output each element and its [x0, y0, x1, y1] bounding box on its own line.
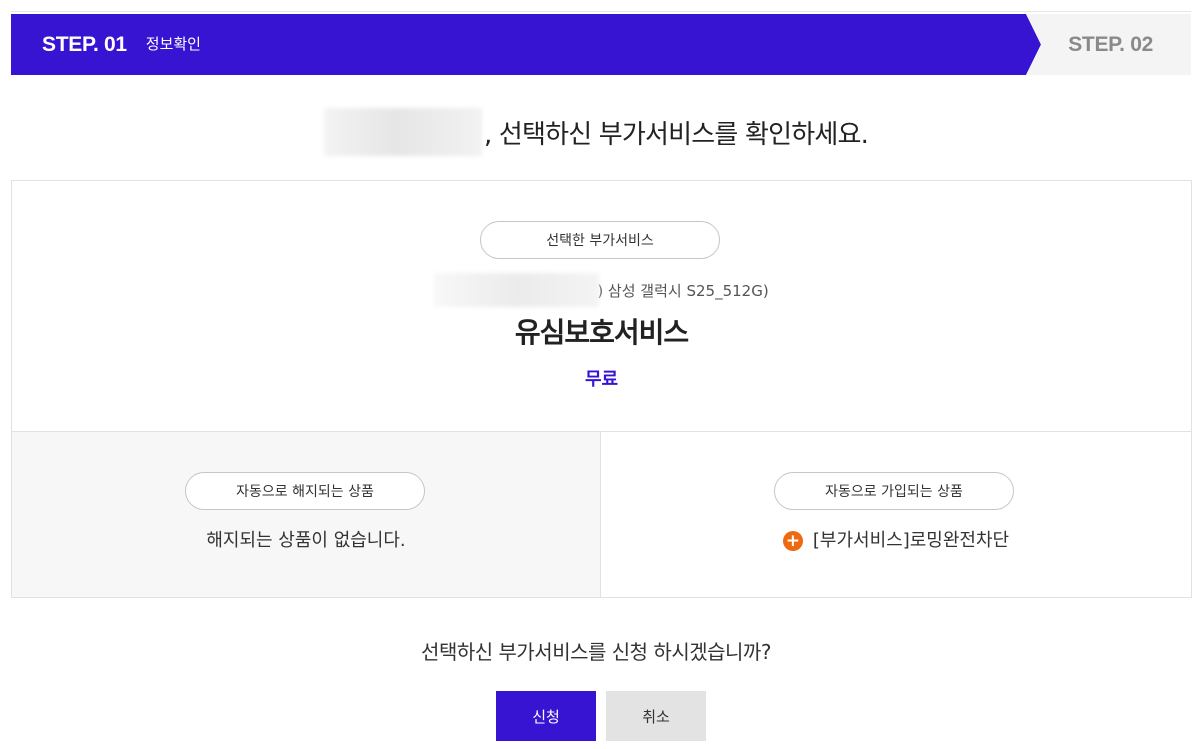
- service-price: 무료: [584, 369, 619, 390]
- selected-service-section: 선택한 부가서비스 ) 삼성 갤럭시 S25_512G) 유심보호서비스 무료: [12, 181, 1191, 431]
- service-summary-card: 선택한 부가서비스 ) 삼성 갤럭시 S25_512G) 유심보호서비스 무료 …: [11, 180, 1192, 598]
- auto-cancel-panel: 자동으로 해지되는 상품 해지되는 상품이 없습니다.: [12, 432, 600, 597]
- redacted-phone-number: [434, 273, 600, 307]
- service-name: 유심보호서비스: [514, 316, 689, 349]
- cancel-button[interactable]: 취소: [606, 691, 706, 741]
- step-progress-bar: STEP. 01 정보확인 STEP. 02: [11, 14, 1191, 75]
- step-2-upcoming: STEP. 02: [1026, 14, 1191, 75]
- auto-cancel-message: 해지되는 상품이 없습니다.: [206, 530, 406, 551]
- step-1-current: STEP. 01 정보확인: [11, 14, 1041, 75]
- step-2-number: STEP. 02: [1068, 32, 1153, 56]
- auto-join-item-text: [부가서비스]로밍완전차단: [812, 530, 1010, 551]
- page-heading: , 선택하신 부가서비스를 확인하세요.: [0, 107, 1192, 157]
- plus-circle-icon: +: [782, 531, 803, 551]
- device-info: ) 삼성 갤럭시 S25_512G): [12, 273, 1191, 307]
- selected-service-label: 선택한 부가서비스: [480, 221, 720, 259]
- confirm-question: 선택하신 부가서비스를 신청 하시겠습니까?: [421, 640, 771, 664]
- auto-join-panel: 자동으로 가입되는 상품 + [부가서비스]로밍완전차단: [601, 432, 1191, 597]
- auto-cancel-label: 자동으로 해지되는 상품: [185, 472, 425, 510]
- auto-join-label: 자동으로 가입되는 상품: [774, 472, 1014, 510]
- step-1-number: STEP. 01: [42, 32, 127, 56]
- top-divider: [11, 11, 1191, 12]
- page-heading-text: , 선택하신 부가서비스를 확인하세요.: [483, 119, 869, 150]
- step-1-label: 정보확인: [145, 34, 201, 53]
- device-model-text: ) 삼성 갤럭시 S25_512G): [597, 281, 769, 300]
- apply-button[interactable]: 신청: [496, 691, 596, 741]
- auto-join-item: + [부가서비스]로밍완전차단: [601, 526, 1191, 552]
- redacted-customer-name: [323, 108, 482, 156]
